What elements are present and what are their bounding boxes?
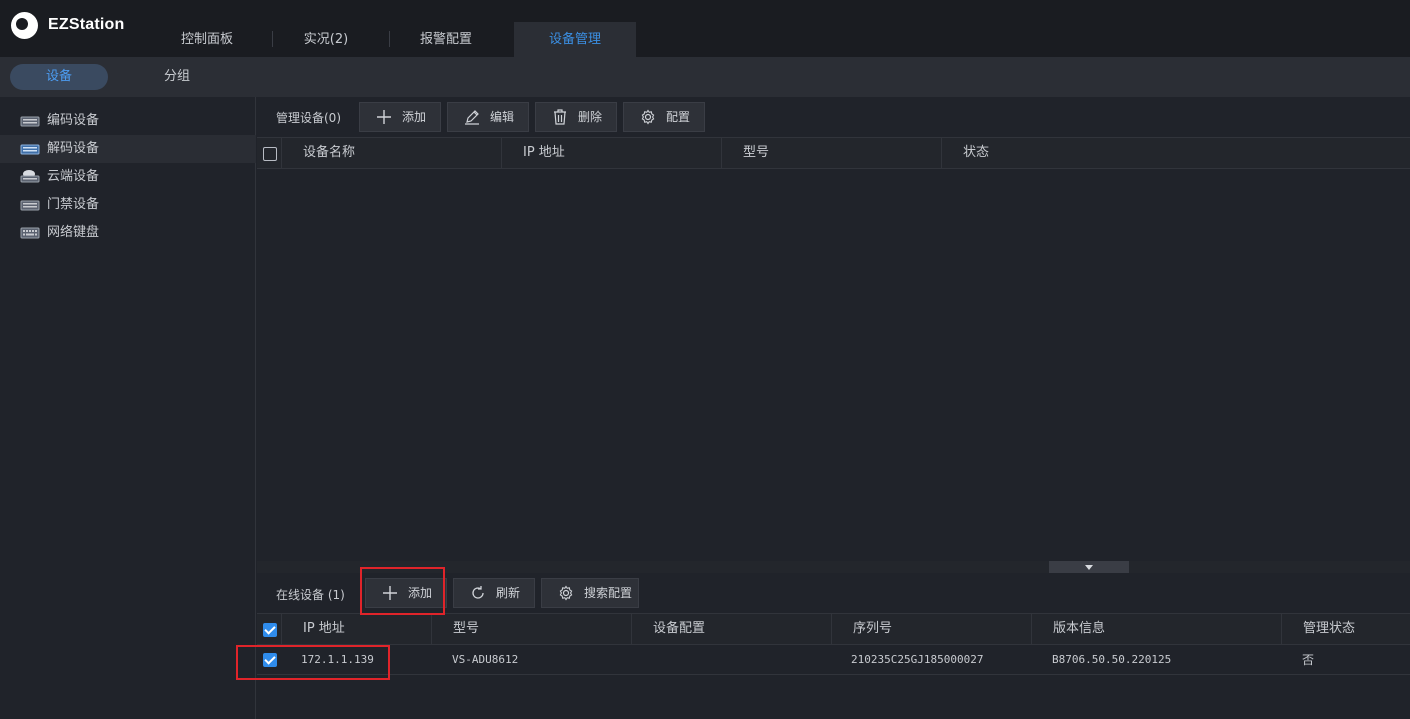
- online-devices-table-header: IP 地址 型号 设备配置 序列号 版本信息 管理状态: [257, 613, 1410, 645]
- tab-control-panel[interactable]: 控制面板: [148, 22, 266, 57]
- cell-model: VS-ADU8612: [452, 653, 519, 666]
- table-row[interactable]: 172.1.1.139 VS-ADU8612 210235C25GJ185000…: [257, 645, 1410, 675]
- sidebar-item-label: 门禁设备: [47, 197, 100, 212]
- managed-devices-label: 管理设备(0): [276, 111, 341, 125]
- column-divider: [1031, 614, 1032, 644]
- column-divider: [281, 614, 282, 644]
- column-header-device-name[interactable]: 设备名称: [303, 138, 355, 168]
- device-type-sidebar: 编码设备 解码设备 云端设备 门禁设备 网络键盘: [0, 97, 256, 719]
- online-devices-label: 在线设备 (1): [276, 588, 345, 602]
- decoder-icon: [20, 144, 40, 155]
- trash-icon: [554, 109, 566, 125]
- tab-live-view[interactable]: 实况(2): [272, 22, 380, 57]
- column-divider: [631, 614, 632, 644]
- subtab-devices[interactable]: 设备: [10, 64, 108, 90]
- subtab-groups[interactable]: 分组: [128, 64, 226, 90]
- column-divider: [431, 614, 432, 644]
- column-divider: [1281, 614, 1282, 644]
- cell-manage-status: 否: [1302, 653, 1315, 667]
- cell-version: B8706.50.50.220125: [1052, 653, 1172, 666]
- highlight-box-add: [360, 567, 445, 615]
- tab-alarm-config[interactable]: 报警配置: [390, 22, 502, 57]
- column-header-ip[interactable]: IP 地址: [303, 614, 345, 644]
- sub-nav: 设备 分组: [0, 57, 1410, 97]
- sidebar-item-encoder[interactable]: 编码设备: [0, 107, 256, 135]
- refresh-icon: [472, 586, 484, 599]
- button-label: 删除: [578, 110, 603, 124]
- app-title: EZStation: [48, 16, 125, 33]
- select-all-managed-checkbox[interactable]: [263, 147, 277, 161]
- config-button[interactable]: 配置: [623, 102, 705, 132]
- column-divider: [281, 138, 282, 168]
- tab-device-management[interactable]: 设备管理: [514, 22, 636, 57]
- column-header-ip[interactable]: IP 地址: [523, 138, 565, 168]
- gear-icon: [641, 109, 655, 125]
- column-header-version[interactable]: 版本信息: [1053, 614, 1105, 644]
- button-label: 刷新: [496, 586, 521, 600]
- add-managed-button[interactable]: 添加: [359, 102, 441, 132]
- cell-serial: 210235C25GJ185000027: [851, 653, 984, 666]
- column-divider: [721, 138, 722, 168]
- button-label: 编辑: [490, 110, 515, 124]
- column-divider: [501, 138, 502, 168]
- plus-icon: [377, 110, 391, 124]
- sidebar-item-cloud[interactable]: 云端设备: [0, 163, 256, 191]
- column-divider: [831, 614, 832, 644]
- pencil-icon: [465, 110, 479, 125]
- button-label: 添加: [402, 110, 427, 124]
- top-bar: EZStation 控制面板 实况(2) 报警配置 设备管理: [0, 0, 1410, 57]
- keyboard-icon: [20, 227, 40, 239]
- collapse-handle[interactable]: [1049, 561, 1129, 573]
- refresh-button[interactable]: 刷新: [453, 578, 535, 608]
- column-header-model[interactable]: 型号: [453, 614, 479, 644]
- column-header-manage-status[interactable]: 管理状态: [1303, 614, 1355, 644]
- highlight-box-row: [236, 645, 390, 680]
- select-all-online-checkbox[interactable]: [263, 623, 277, 637]
- sidebar-item-access-control[interactable]: 门禁设备: [0, 191, 256, 219]
- sidebar-item-label: 编码设备: [47, 113, 100, 128]
- sidebar-item-label: 网络键盘: [47, 225, 100, 240]
- column-header-status[interactable]: 状态: [963, 138, 989, 168]
- search-config-button[interactable]: 搜索配置: [541, 578, 639, 608]
- column-header-model[interactable]: 型号: [743, 138, 769, 168]
- delete-button[interactable]: 删除: [535, 102, 617, 132]
- sidebar-item-decoder[interactable]: 解码设备: [0, 135, 256, 163]
- managed-devices-toolbar: 管理设备(0) 添加 编辑 删除 配置: [257, 97, 1410, 137]
- gear-icon: [559, 585, 573, 601]
- button-label: 配置: [666, 110, 691, 124]
- edit-button[interactable]: 编辑: [447, 102, 529, 132]
- column-header-device-config[interactable]: 设备配置: [653, 614, 705, 644]
- column-header-serial[interactable]: 序列号: [853, 614, 892, 644]
- access-control-icon: [20, 200, 40, 211]
- encoder-icon: [20, 116, 40, 127]
- sidebar-item-label: 解码设备: [47, 141, 100, 156]
- cloud-device-icon: [20, 170, 40, 183]
- button-label: 搜索配置: [584, 586, 633, 600]
- sidebar-item-keyboard[interactable]: 网络键盘: [0, 219, 256, 247]
- column-divider: [941, 138, 942, 168]
- app-logo-icon: [11, 12, 38, 39]
- sidebar-item-label: 云端设备: [47, 169, 100, 184]
- managed-devices-table-header: 设备名称 IP 地址 型号 状态: [257, 137, 1410, 169]
